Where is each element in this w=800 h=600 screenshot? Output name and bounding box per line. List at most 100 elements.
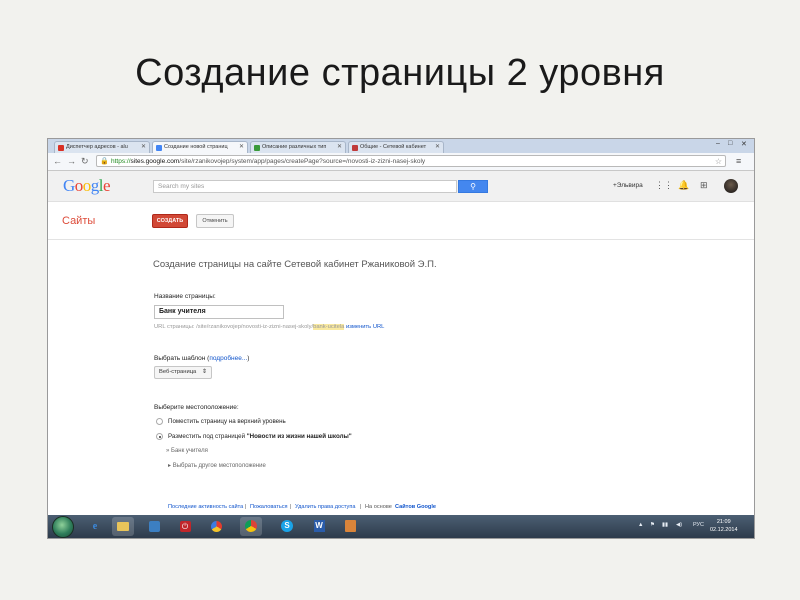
menu-icon[interactable]: ≡: [736, 156, 741, 166]
close-icon[interactable]: ✕: [141, 142, 146, 153]
radio-top-level[interactable]: [156, 418, 163, 425]
page-footer: Последние активность сайта | Пожаловатьс…: [48, 499, 754, 513]
star-icon[interactable]: ☆: [715, 156, 725, 166]
tray-expand-icon[interactable]: ▲: [638, 522, 643, 528]
chrome-icon[interactable]: [240, 517, 262, 536]
flag-icon[interactable]: ⚑: [650, 522, 655, 528]
option-top-level-label: Поместить страницу на верхний уровень: [168, 418, 286, 425]
template-select[interactable]: Веб-страница ⇕: [154, 366, 212, 379]
address-bar: ← → ↻ 🔒 https://sites.google.com/site/rz…: [48, 153, 754, 171]
report-abuse-link[interactable]: Пожаловаться: [250, 504, 288, 510]
footer-separator: |: [290, 504, 292, 510]
paint-icon[interactable]: [339, 517, 361, 536]
taskbar-clock[interactable]: 21:09 02.12.2014: [710, 518, 738, 534]
google-logo[interactable]: Google: [63, 176, 111, 196]
window-close-icon[interactable]: ✕: [741, 140, 747, 148]
choose-other-location-link[interactable]: Выбрать другое местоположение: [173, 463, 266, 469]
option-under-page-label: Разместить под страницей "Новости из жиз…: [168, 433, 352, 440]
reload-icon[interactable]: ↻: [81, 156, 89, 167]
maximize-icon[interactable]: □: [728, 140, 732, 147]
internet-explorer-icon[interactable]: e: [84, 517, 106, 536]
url-input[interactable]: 🔒 https://sites.google.com/site/rzanikov…: [96, 155, 726, 167]
footer-separator: |: [360, 504, 362, 510]
tab-create-page[interactable]: Создание новой страниц ✕: [152, 141, 248, 153]
tab-label: Описание различных тип: [262, 144, 327, 150]
google-logo-letter: o: [74, 176, 84, 195]
page-name-input[interactable]: Банк учителя: [154, 305, 284, 319]
minimize-icon[interactable]: –: [716, 140, 720, 147]
avatar[interactable]: [724, 179, 738, 193]
updown-arrows-icon: ⇕: [201, 369, 207, 375]
remove-access-link[interactable]: Удалить права доступа: [295, 504, 355, 510]
option-under-page-name: "Новости из жизни нашей школы": [246, 433, 352, 440]
volume-icon[interactable]: ◀): [676, 522, 682, 528]
windows-taskbar: e ⏻ S W ▲ ⚑ ▮▮ ◀) РУС 21:09 02.12.2014: [48, 515, 754, 538]
clock-time: 21:09: [716, 519, 731, 525]
google-header: Google Search my sites ⚲ +Эльвира ⋮⋮ 🔔 ⊞: [48, 171, 754, 202]
gmail-icon: [58, 145, 64, 151]
word-icon[interactable]: W: [308, 517, 330, 536]
footer-separator: |: [245, 504, 247, 510]
google-logo-letter: e: [103, 176, 111, 195]
forward-icon[interactable]: →: [67, 156, 76, 166]
page-icon: [254, 145, 260, 151]
location-label: Выберите местоположение:: [154, 404, 239, 411]
page-name-label: Название страницы:: [154, 293, 216, 300]
tab-general[interactable]: Общие - Сетевой кабинет ✕: [348, 141, 444, 153]
shield-icon: [352, 145, 358, 151]
keyboard-language[interactable]: РУС: [693, 522, 704, 528]
close-icon[interactable]: ✕: [337, 142, 342, 153]
cancel-button[interactable]: Отменить: [196, 214, 234, 228]
option-under-prefix: Разместить под страницей: [168, 433, 247, 440]
page-url-slug: bank-ucitela: [313, 324, 345, 330]
search-icon: ⚲: [470, 182, 476, 191]
tab-label: Диспетчер адресов - alu: [66, 144, 128, 150]
start-button[interactable]: [52, 516, 74, 538]
google-logo-letter: o: [82, 176, 92, 195]
google-sites-link[interactable]: Сайтов Google: [395, 504, 436, 510]
url-host: sites.google.com: [130, 158, 180, 165]
network-icon[interactable]: ▮▮: [662, 522, 668, 528]
template-select-value: Веб-страница: [159, 369, 197, 375]
powered-by-text: На основе: [365, 504, 392, 510]
screenshot-frame: Диспетчер адресов - alu ✕ Создание новой…: [47, 138, 755, 539]
browser-tab-strip: Диспетчер адресов - alu ✕ Создание новой…: [48, 139, 754, 153]
power-icon[interactable]: ⏻: [174, 517, 196, 536]
yandex-browser-icon[interactable]: [205, 517, 227, 536]
close-icon[interactable]: ✕: [435, 142, 440, 153]
slide-title: Создание страницы 2 уровня: [135, 52, 665, 94]
template-more-link[interactable]: подробнее...: [209, 355, 247, 362]
page-url-prefix: URL страницы: /site/rzanikovojep/novosti…: [154, 324, 314, 330]
create-button[interactable]: СОЗДАТЬ: [152, 214, 188, 228]
google-logo-letter: G: [63, 176, 75, 195]
url-scheme: https://: [111, 158, 131, 165]
change-url-link[interactable]: изменить URL: [346, 324, 384, 330]
radio-under-page[interactable]: [156, 433, 163, 440]
sites-label[interactable]: Сайты: [62, 215, 95, 227]
google-logo-letter: g: [90, 176, 100, 195]
recent-activity-link[interactable]: Последние активность сайта: [168, 504, 243, 510]
create-page-form: Создание страницы на сайте Сетевой кабин…: [48, 240, 754, 496]
share-plus-icon[interactable]: ⊞: [700, 180, 708, 191]
choose-other-location-row[interactable]: ▸ Выбрать другое местоположение: [168, 462, 266, 469]
skype-icon[interactable]: S: [276, 517, 298, 536]
apps-grid-icon[interactable]: ⋮⋮: [655, 180, 673, 191]
media-player-icon[interactable]: [143, 517, 165, 536]
sites-icon: [156, 145, 162, 151]
tab-label: Создание новой страниц: [164, 144, 228, 150]
search-input[interactable]: Search my sites: [153, 180, 457, 193]
search-button[interactable]: ⚲: [458, 180, 488, 193]
page-heading: Создание страницы на сайте Сетевой кабин…: [153, 259, 437, 270]
close-icon[interactable]: ✕: [239, 142, 244, 153]
file-explorer-icon[interactable]: [112, 517, 134, 536]
tab-address-manager[interactable]: Диспетчер адресов - alu ✕: [54, 141, 150, 153]
notifications-bell-icon[interactable]: 🔔: [678, 180, 689, 191]
user-link[interactable]: +Эльвира: [613, 182, 643, 189]
caret-right-icon: ▸: [168, 463, 172, 469]
back-icon[interactable]: ←: [53, 156, 62, 166]
tab-page-types[interactable]: Описание различных тип ✕: [250, 141, 346, 153]
page-url-line: URL страницы: /site/rzanikovojep/novosti…: [154, 324, 384, 330]
url-path: /site/rzanikovojep/system/app/pages/crea…: [179, 158, 426, 165]
template-label-row: Выбрать шаблон (подробнее...): [154, 355, 250, 362]
lock-icon: 🔒: [100, 158, 109, 165]
